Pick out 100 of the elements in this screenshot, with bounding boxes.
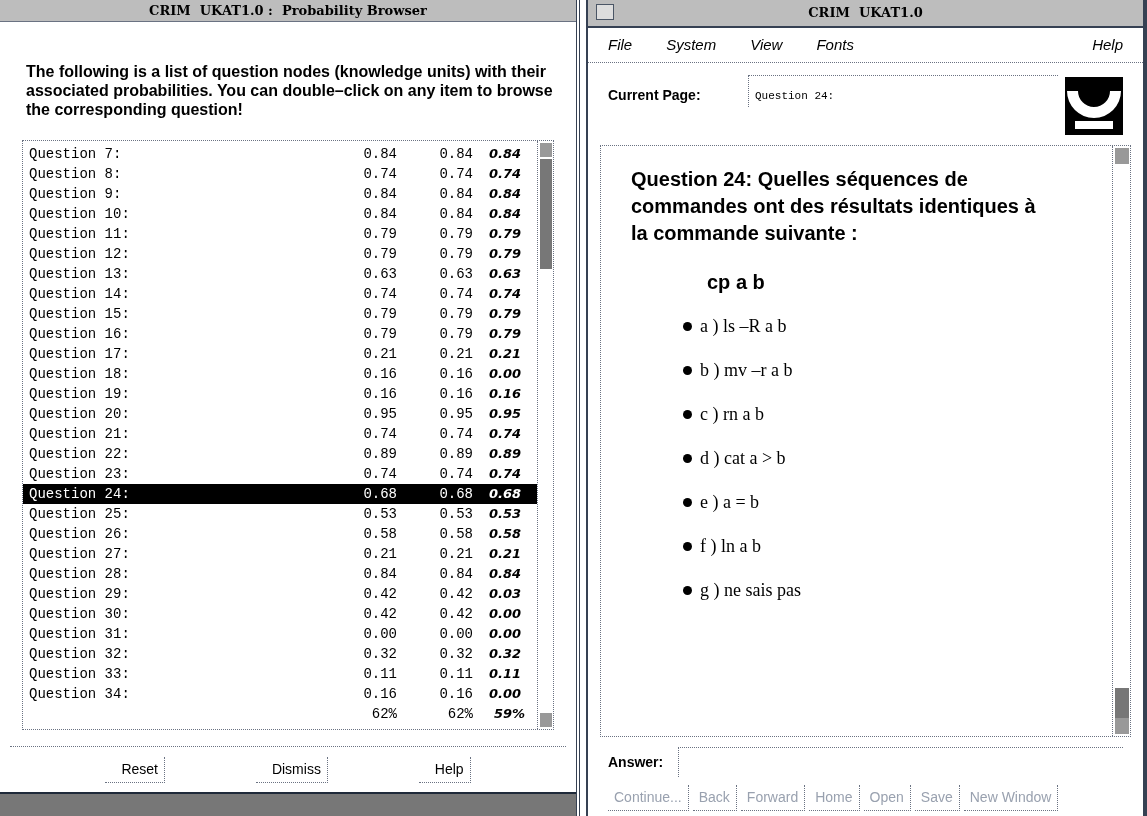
question-list-item[interactable]: Question 19: 0.16 0.16 0.16 xyxy=(23,384,537,404)
question-list-item[interactable]: Question 17: 0.21 0.21 0.21 xyxy=(23,344,537,364)
probability-value: 0.74 xyxy=(438,465,473,484)
action-button[interactable]: Reset xyxy=(105,757,165,783)
probability-value: 0.00 xyxy=(487,685,521,703)
question-label: Question 18: xyxy=(29,365,131,384)
question-list-item[interactable]: Question 33: 0.11 0.11 0.11 xyxy=(23,664,537,684)
probability-value: 0.79 xyxy=(487,245,521,263)
question-label: Question 7: xyxy=(29,145,123,164)
probability-value: 0.00 xyxy=(487,365,521,383)
question-list-item[interactable]: Question 9: 0.84 0.84 0.84 xyxy=(23,184,537,204)
probability-value: 0.84 xyxy=(362,185,397,204)
probability-value: 0.74 xyxy=(438,285,473,304)
probability-value: 0.79 xyxy=(487,305,521,323)
question-list-item[interactable]: Question 22: 0.89 0.89 0.89 xyxy=(23,444,537,464)
window-title: CRIM UKAT1.0 : Probability Browser xyxy=(149,1,427,20)
question-label: Question 8: xyxy=(29,165,123,184)
question-list-item[interactable]: Question 15: 0.79 0.79 0.79 xyxy=(23,304,537,324)
question-list-item[interactable]: Question 23: 0.74 0.74 0.74 xyxy=(23,464,537,484)
question-list-item[interactable]: Question 34: 0.16 0.16 0.00 xyxy=(23,684,537,704)
question-label: Question 23: xyxy=(29,465,131,484)
probability-value: 0.00 xyxy=(487,605,521,623)
probability-value: 0.79 xyxy=(487,325,521,343)
question-list-item[interactable]: Question 28: 0.84 0.84 0.84 xyxy=(23,564,537,584)
question-list-item[interactable]: Question 10: 0.84 0.84 0.84 xyxy=(23,204,537,224)
question-list-item[interactable]: Question 26: 0.58 0.58 0.58 xyxy=(23,524,537,544)
action-button[interactable]: Dismiss xyxy=(255,757,328,783)
question-list-item[interactable]: Question 32: 0.32 0.32 0.32 xyxy=(23,644,537,664)
scrollbar[interactable] xyxy=(537,141,553,729)
menu-item[interactable]: System xyxy=(666,33,717,57)
question-list-item[interactable]: Question 27: 0.21 0.21 0.21 xyxy=(23,544,537,564)
question-label: Question 31: xyxy=(29,625,131,644)
question-list-item[interactable]: Question 8: 0.74 0.74 0.74 xyxy=(23,164,537,184)
window-menu-icon[interactable] xyxy=(596,4,614,20)
menu-item[interactable]: File xyxy=(608,33,633,57)
bullet-icon xyxy=(683,409,692,419)
menu-item[interactable]: Fonts xyxy=(816,33,854,57)
probability-value: 0.79 xyxy=(438,325,473,344)
probability-value: 0.00 xyxy=(487,625,521,643)
answer-option: g ) ne sais pas xyxy=(700,579,801,601)
answer-option: b ) mv –r a b xyxy=(700,359,793,381)
question-list-item[interactable]: Question 31: 0.00 0.00 0.00 xyxy=(23,624,537,644)
question-list-item[interactable]: Question 20: 0.95 0.95 0.95 xyxy=(23,404,537,424)
probability-value: 0.21 xyxy=(362,545,397,564)
probability-value: 0.95 xyxy=(362,405,397,424)
probability-value: 0.16 xyxy=(362,685,397,704)
scrollbar[interactable] xyxy=(1112,146,1130,736)
window-title: CRIM UKAT1.0 xyxy=(808,4,923,23)
question-label: Question 21: xyxy=(29,425,131,444)
question-list-item[interactable]: Question 14: 0.74 0.74 0.74 xyxy=(23,284,537,304)
probability-value: 0.21 xyxy=(487,545,521,563)
question-list-item[interactable]: Question 13: 0.63 0.63 0.63 xyxy=(23,264,537,284)
action-button[interactable]: Help xyxy=(418,757,471,783)
menu-item[interactable]: View xyxy=(750,33,783,57)
probability-value: 0.68 xyxy=(438,485,473,504)
probability-value: 0.21 xyxy=(438,345,473,364)
answer-option: e ) a = b xyxy=(700,491,760,513)
question-label: Question 22: xyxy=(29,445,131,464)
probability-value: 0.95 xyxy=(438,405,473,424)
answer-option: c ) rn a b xyxy=(700,403,764,425)
probability-value: 0.63 xyxy=(487,265,521,283)
probability-value: 0.21 xyxy=(362,345,397,364)
total-value: 62% xyxy=(446,705,473,724)
question-label: Question 15: xyxy=(29,305,131,324)
probability-value: 0.42 xyxy=(362,585,397,604)
probability-value: 0.68 xyxy=(362,485,397,504)
question-list-item[interactable]: Question 12: 0.79 0.79 0.79 xyxy=(23,244,537,264)
bullet-icon xyxy=(683,321,692,331)
question-list-item[interactable]: Question 11: 0.79 0.79 0.79 xyxy=(23,224,537,244)
question-label: Question 26: xyxy=(29,525,131,544)
probability-value: 0.84 xyxy=(362,145,397,164)
question-list-item[interactable]: Question 7: 0.84 0.84 0.84 xyxy=(23,144,537,164)
question-list-item[interactable]: Question 18: 0.16 0.16 0.00 xyxy=(23,364,537,384)
question-list-item[interactable]: Question 25: 0.53 0.53 0.53 xyxy=(23,504,537,524)
question-label: Question 20: xyxy=(29,405,131,424)
question-label: Question 24: xyxy=(29,485,131,504)
probability-value: 0.63 xyxy=(362,265,397,284)
probability-value: 0.53 xyxy=(487,505,521,523)
probability-value: 0.79 xyxy=(438,305,473,324)
question-list-item[interactable]: Question 21: 0.74 0.74 0.74 xyxy=(23,424,537,444)
probability-value: 0.74 xyxy=(362,165,397,184)
probability-value: 0.53 xyxy=(438,505,473,524)
answer-field[interactable] xyxy=(678,747,1123,777)
menu-item[interactable]: Help xyxy=(1092,33,1123,57)
probability-value: 0.68 xyxy=(487,485,521,503)
question-list-item[interactable]: Question 29: 0.42 0.42 0.03 xyxy=(23,584,537,604)
probability-value: 0.58 xyxy=(438,525,473,544)
question-label: Question 19: xyxy=(29,385,131,404)
probability-value: 0.32 xyxy=(487,645,521,663)
logo-icon xyxy=(1065,77,1123,135)
probability-value: 0.79 xyxy=(362,325,397,344)
current-page-field[interactable]: Question 24: xyxy=(748,75,1058,107)
question-list-item[interactable]: Question 24: 0.68 0.68 0.68 xyxy=(23,484,537,504)
question-label: Question 16: xyxy=(29,325,131,344)
question-list-item[interactable]: Question 16: 0.79 0.79 0.79 xyxy=(23,324,537,344)
probability-value: 0.79 xyxy=(362,245,397,264)
question-label: Question 33: xyxy=(29,665,131,684)
probability-value: 0.74 xyxy=(362,465,397,484)
question-list-item[interactable]: Question 30: 0.42 0.42 0.00 xyxy=(23,604,537,624)
question-label: Question 10: xyxy=(29,205,131,224)
